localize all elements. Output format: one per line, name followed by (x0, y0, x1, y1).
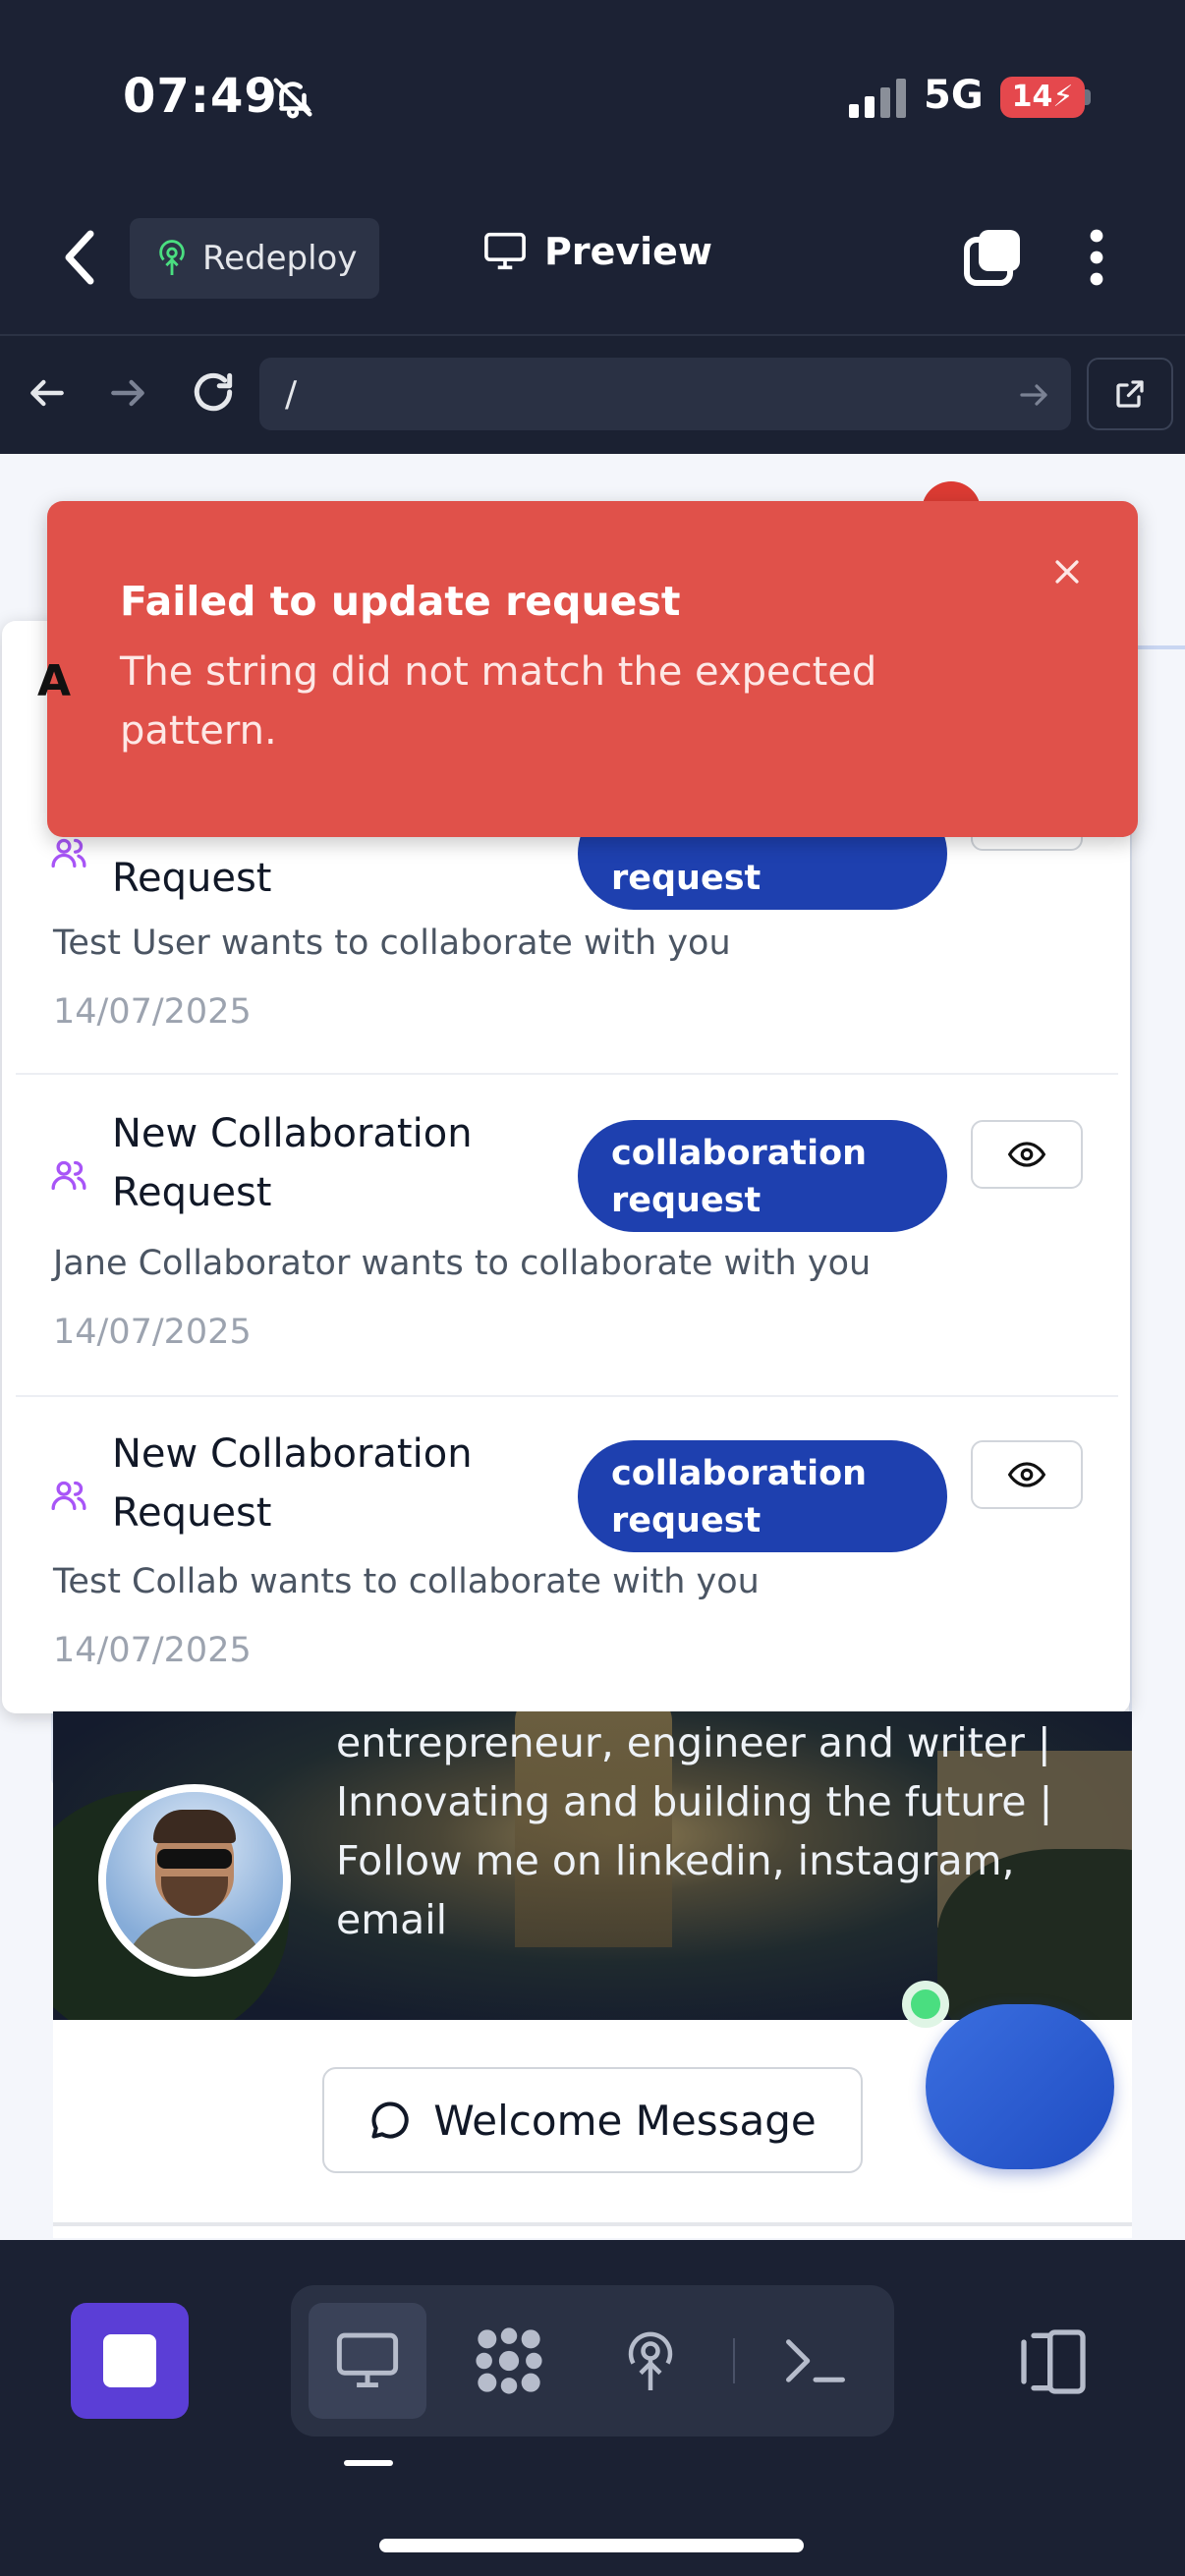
profile-avatar[interactable] (98, 1784, 291, 1977)
users-icon (51, 838, 86, 868)
tool-integrations[interactable] (450, 2303, 568, 2419)
notification-date: 14/07/2025 (53, 992, 252, 1032)
battery-level: 14 (1011, 80, 1053, 114)
notification-item[interactable]: New Collaboration Request collaboration … (16, 1075, 1118, 1397)
monitor-icon (336, 2332, 399, 2387)
eye-icon (1008, 1462, 1045, 1487)
notification-type-badge: collaboration request (578, 1440, 947, 1552)
users-icon (51, 1481, 86, 1510)
active-tab-indicator (344, 2460, 393, 2466)
browser-forward-icon[interactable] (106, 371, 149, 415)
url-go-icon[interactable] (1016, 377, 1051, 413)
notification-type-badge: collaboration request (578, 1120, 947, 1232)
stop-icon (103, 2334, 156, 2387)
screen: 07:49 5G 14⚡ Redeploy Preview / A Reques… (0, 0, 1185, 2576)
tool-terminal[interactable] (757, 2303, 875, 2419)
online-status-dot (902, 1981, 949, 2028)
notification-message: Test Collab wants to collaborate with yo… (53, 1562, 760, 1601)
background-header-edge (1130, 645, 1185, 649)
integrations-icon (476, 2327, 542, 2394)
profile-card-divider (53, 2222, 1132, 2226)
cellular-signal-icon (849, 79, 906, 118)
preview-label: Preview (544, 230, 713, 273)
welcome-message-button[interactable]: Welcome Message (322, 2067, 863, 2173)
url-input[interactable] (259, 358, 1071, 430)
notification-title: Request (112, 856, 272, 901)
eye-icon (1008, 1142, 1045, 1167)
battery-indicator: 14⚡ (1000, 77, 1085, 118)
tabs-icon[interactable] (963, 228, 1022, 287)
error-toast: Failed to update request The string did … (47, 501, 1138, 837)
preview-tab[interactable]: Preview (483, 230, 712, 273)
deploy-icon (628, 2331, 673, 2390)
tool-divider (733, 2338, 735, 2383)
notification-message: Jane Collaborator wants to collaborate w… (53, 1244, 872, 1283)
status-time: 07:49 (123, 69, 278, 124)
home-indicator[interactable] (379, 2539, 804, 2552)
view-notification-button[interactable] (971, 1440, 1083, 1509)
back-chevron-icon[interactable] (61, 228, 100, 287)
redeploy-icon (159, 240, 185, 275)
external-link-icon (1116, 380, 1144, 408)
stop-button[interactable] (71, 2303, 189, 2419)
close-icon (1055, 560, 1079, 584)
view-notification-button[interactable] (971, 1120, 1083, 1189)
notification-title: New Collaboration Request (112, 1431, 473, 1536)
chat-bubble-icon (371, 2101, 409, 2139)
network-type: 5G (924, 73, 984, 118)
monitor-icon (484, 232, 526, 270)
toast-description: The string did not match the expected pa… (120, 649, 877, 754)
redeploy-label: Redeploy (202, 239, 358, 278)
notification-date: 14/07/2025 (53, 1631, 252, 1670)
more-options-icon[interactable] (1077, 228, 1116, 287)
redeploy-button[interactable]: Redeploy (130, 218, 379, 299)
charging-bolt-icon: ⚡ (1052, 80, 1074, 114)
notification-message: Test User wants to collaborate with you (53, 924, 731, 963)
floating-action-button[interactable] (926, 2004, 1114, 2169)
toast-close-button[interactable] (1040, 544, 1095, 599)
notification-item[interactable]: New Collaboration Request collaboration … (16, 1397, 1118, 1713)
toast-title: Failed to update request (120, 578, 681, 625)
tool-deploy[interactable] (592, 2303, 709, 2419)
browser-back-icon[interactable] (26, 371, 69, 415)
panel-heading: A (37, 656, 72, 706)
notification-title: New Collaboration Request (112, 1111, 473, 1215)
open-external-button[interactable] (1087, 358, 1173, 430)
tool-preview[interactable] (309, 2303, 426, 2419)
reload-icon[interactable] (189, 367, 238, 417)
terminal-icon (786, 2339, 845, 2382)
profile-bio: entrepreneur, engineer and writer | Inno… (336, 1719, 1053, 1943)
welcome-message-label: Welcome Message (433, 2096, 817, 2145)
side-panel-toggle-icon[interactable] (1014, 2323, 1093, 2401)
users-icon (51, 1160, 86, 1190)
bell-muted-icon (273, 78, 312, 119)
battery-nub (1085, 89, 1091, 105)
notification-date: 14/07/2025 (53, 1313, 252, 1352)
